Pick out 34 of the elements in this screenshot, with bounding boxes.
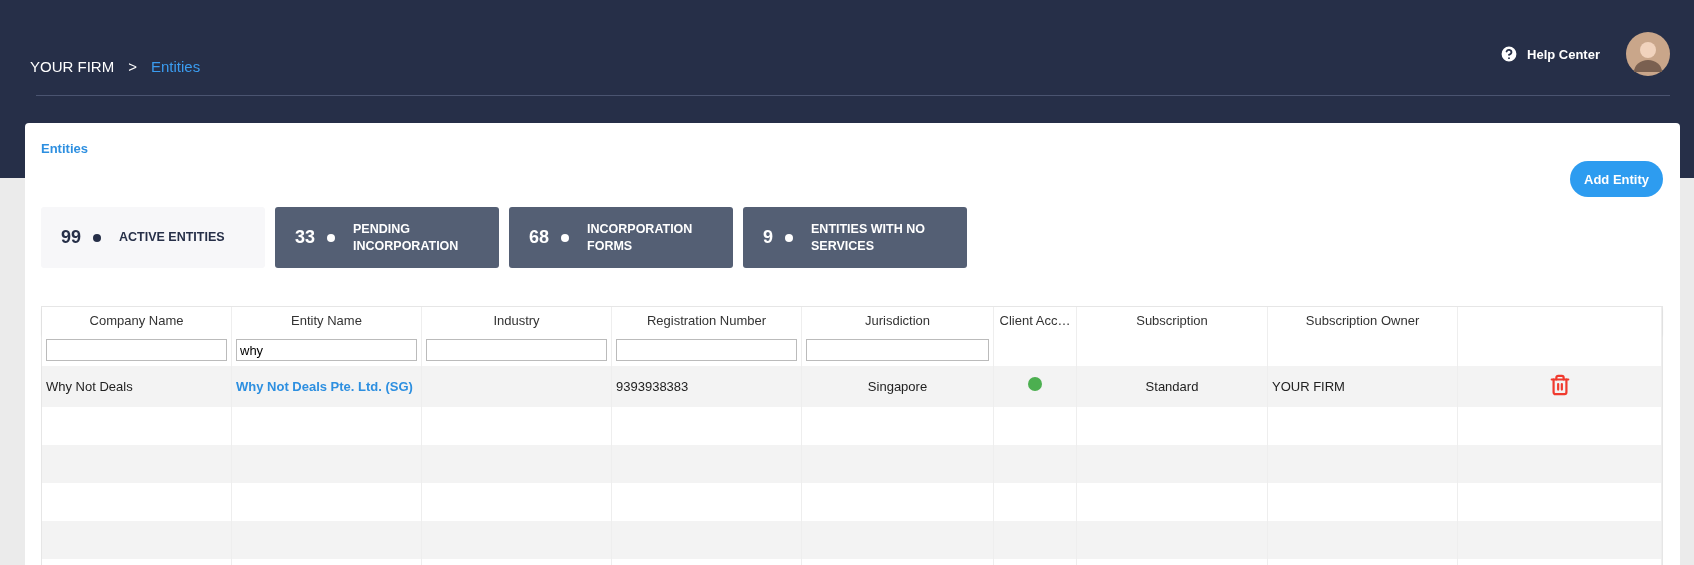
- breadcrumb-link[interactable]: Entities: [150, 58, 201, 75]
- company-name-cell: Why Not Deals: [46, 379, 133, 394]
- delete-icon[interactable]: [1548, 373, 1571, 396]
- dot-icon: [561, 233, 570, 242]
- filter-field[interactable]: [426, 339, 607, 361]
- stat-count: 68: [529, 227, 550, 248]
- stat-count: 9: [763, 227, 773, 248]
- stat-tab[interactable]: 33 PENDING INCORPORATION: [275, 207, 499, 268]
- filter-field[interactable]: why: [236, 339, 417, 361]
- stat-tab[interactable]: 99 ACTIVE ENTITIES: [41, 207, 265, 268]
- help-icon[interactable]: [1499, 44, 1520, 64]
- stat-tab[interactable]: 68 INCORPORATION FORMS: [509, 207, 733, 268]
- stat-label: ACTIVE ENTITIES: [119, 229, 225, 246]
- stat-count: 33: [295, 227, 316, 248]
- dot-icon: [785, 233, 793, 242]
- breadcrumb-link[interactable]: YOUR FIRM: [30, 58, 115, 75]
- stat-count: 99: [61, 227, 82, 248]
- filter-field[interactable]: [616, 339, 797, 361]
- help-center-link[interactable]: Help Center: [1527, 46, 1600, 62]
- stat-tab[interactable]: 9 ENTITIES WITH NO SERVICES: [743, 207, 967, 268]
- stat-label: PENDING INCORPORATION: [353, 221, 460, 254]
- stat-label: INCORPORATION FORMS: [587, 221, 694, 254]
- breadcrumb-separator: >: [128, 58, 137, 75]
- dot-icon: [327, 233, 336, 242]
- jurisdiction-cell: Singapore: [867, 379, 928, 394]
- page-title: Entities: [41, 141, 89, 158]
- dot-icon: [93, 233, 102, 242]
- subscription-cell: Standard: [1145, 379, 1199, 394]
- filter-field[interactable]: [806, 339, 989, 361]
- user-avatar[interactable]: [1626, 32, 1670, 76]
- stat-label: ENTITIES WITH NO SERVICES: [811, 221, 926, 254]
- registration-number-cell: 9393938383: [616, 379, 689, 394]
- filter-field[interactable]: [46, 339, 227, 361]
- subscription-owner-cell: YOUR FIRM: [1272, 379, 1345, 394]
